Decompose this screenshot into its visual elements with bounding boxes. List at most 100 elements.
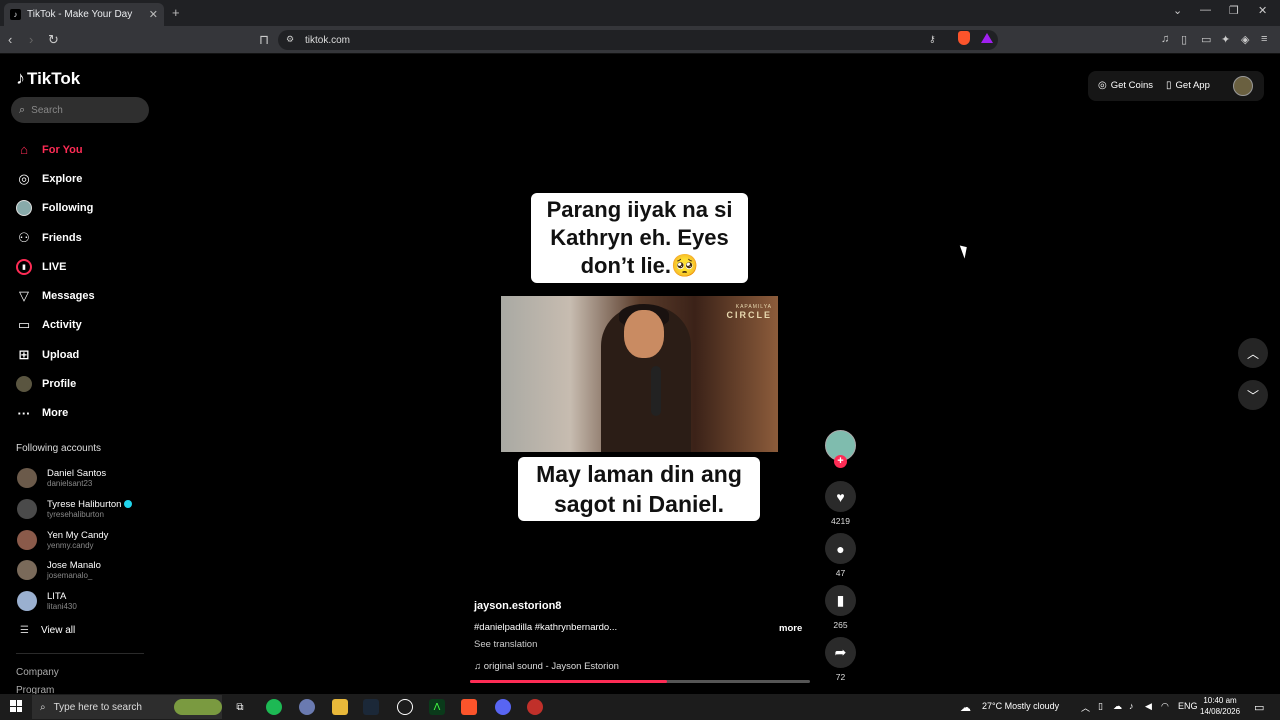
account-name: Daniel Santos (47, 467, 107, 479)
account-item[interactable]: Tyrese Haliburton tyresehaliburton (0, 493, 160, 524)
tray-app-icon[interactable]: ▯ (1098, 701, 1103, 712)
file-explorer-icon[interactable] (332, 699, 348, 715)
onedrive-icon[interactable]: ☁ (1113, 701, 1122, 712)
steam-icon[interactable] (363, 699, 379, 715)
sidebar-item-activity[interactable]: ▭ Activity (0, 311, 160, 340)
sidebar-item-friends[interactable]: ⚇ Friends (0, 223, 160, 252)
account-handle: danielsant23 (47, 478, 93, 488)
sidebar-item-messages[interactable]: ▽ Messages (0, 281, 160, 310)
notification-icon[interactable]: ▭ (1254, 701, 1264, 714)
brand-text: CIRCLE (726, 310, 772, 320)
view-all-link[interactable]: ☰ View all (20, 625, 75, 636)
network-icon[interactable]: ◠ (1161, 701, 1169, 712)
menu-icon[interactable]: ≡ (1261, 33, 1267, 45)
clock[interactable]: 10:40 am 14/08/2026 (1200, 695, 1240, 717)
search-highlight-icon[interactable] (174, 699, 222, 715)
close-window-button[interactable]: ✕ (1258, 4, 1267, 17)
microphone-icon[interactable]: ♪ (1129, 701, 1134, 711)
discord-icon[interactable] (495, 699, 511, 715)
weather-text[interactable]: 27°C Mostly cloudy (982, 701, 1059, 711)
sidebar-item-profile[interactable]: Profile (0, 369, 160, 398)
user-avatar[interactable] (1233, 76, 1253, 96)
comment-icon: ● (836, 540, 845, 557)
tab-search-icon[interactable]: ⌄ (1173, 4, 1182, 17)
address-bar-row: ‹ › ↻ ⊓ tiktok.com ⚙ ⚷ (0, 26, 1280, 54)
see-translation-link[interactable]: See translation (474, 639, 537, 650)
media-icon[interactable]: ♫ (1161, 33, 1169, 45)
reload-icon[interactable]: ↻ (48, 32, 59, 48)
task-view-icon[interactable]: ⧉ (232, 699, 248, 715)
sidebar-item-explore[interactable]: ◎ Explore (0, 164, 160, 193)
sidebar-item-label: Explore (42, 172, 83, 185)
spotify-icon[interactable] (266, 699, 282, 715)
account-name: Jose Manalo (47, 559, 101, 571)
sidebar-item-more[interactable]: ··· More (0, 399, 160, 428)
avatar (17, 498, 37, 519)
sidebar-item-following[interactable]: Following (0, 194, 160, 223)
app-red-icon[interactable] (527, 699, 543, 715)
windows-start-icon[interactable] (10, 700, 22, 712)
get-app-button[interactable]: ▯ Get App (1166, 80, 1210, 91)
account-name: Yen My Candy (47, 529, 109, 541)
volume-icon[interactable]: ◀ (1145, 701, 1152, 712)
footer-link-company[interactable]: Company (16, 667, 59, 678)
tiktok-logo[interactable]: ♪ TikTok (16, 68, 80, 89)
like-count: 4219 (831, 516, 850, 526)
share-button[interactable]: ➦ (825, 637, 856, 668)
new-tab-button[interactable]: + (172, 5, 180, 20)
search-input[interactable]: ⌕ Search (11, 97, 149, 123)
upload-icon: ⊞ (18, 346, 30, 362)
browser-tab[interactable]: ♪ TikTok - Make Your Day ✕ (4, 3, 164, 26)
following-accounts-title: Following accounts (16, 443, 102, 454)
minimize-button[interactable]: — (1200, 4, 1211, 16)
brave-taskbar-icon[interactable] (461, 699, 477, 715)
follow-plus-icon[interactable]: + (834, 455, 847, 468)
chevron-up-icon: ︿ (1246, 346, 1259, 361)
account-item[interactable]: Daniel Santos danielsant23 (0, 462, 160, 493)
account-name: Tyrese Haliburton (47, 498, 122, 510)
wallet-icon[interactable]: ▭ (1201, 33, 1211, 46)
key-icon[interactable]: ⚷ (929, 34, 936, 45)
tiktok-favicon-icon: ♪ (10, 9, 21, 20)
video-progress-bar[interactable] (470, 680, 810, 683)
account-item[interactable]: Jose Manalo josemanalo_ (0, 554, 160, 585)
comment-button[interactable]: ● (825, 533, 856, 564)
tray-chevron-icon[interactable]: ︿ (1081, 701, 1090, 714)
more-button[interactable]: more (779, 623, 802, 634)
tab-close-icon[interactable]: ✕ (149, 8, 158, 21)
brave-rewards-icon[interactable] (981, 33, 993, 43)
sidebar-item-label: Following (42, 202, 94, 215)
leo-ai-icon[interactable]: ✦ (1221, 33, 1230, 46)
restore-button[interactable]: ❐ (1229, 4, 1239, 17)
github-icon[interactable] (397, 699, 413, 715)
brave-shields-icon[interactable] (958, 31, 970, 45)
sidebar-item-label: Messages (42, 290, 95, 303)
next-video-button[interactable]: ﹀ (1238, 380, 1268, 410)
list-icon: ☰ (20, 625, 29, 636)
terminal-icon[interactable]: Λ (429, 699, 445, 715)
bookmark-icon[interactable]: ⊓ (259, 32, 269, 48)
sidebar-icon[interactable]: ▯ (1181, 33, 1187, 46)
save-button[interactable]: ▮ (825, 585, 856, 616)
previous-video-button[interactable]: ︿ (1238, 338, 1268, 368)
forward-icon[interactable]: › (29, 32, 33, 47)
url-field[interactable]: tiktok.com (278, 30, 998, 50)
site-info-icon[interactable]: ⚙ (286, 34, 294, 45)
get-coins-button[interactable]: ◎ Get Coins (1098, 80, 1153, 91)
sidebar-item-upload[interactable]: ⊞ Upload (0, 340, 160, 369)
language-indicator[interactable]: ENG (1178, 701, 1198, 711)
video-frame-image: KAPAMILYA CIRCLE (501, 296, 778, 452)
weather-icon: ☁ (960, 702, 971, 714)
heart-icon: ♥ (836, 488, 845, 505)
back-icon[interactable]: ‹ (8, 32, 12, 47)
vpn-icon[interactable]: ◈ (1241, 33, 1249, 46)
sidebar-item-for-you[interactable]: ⌂ For You (0, 135, 160, 164)
sidebar-item-live[interactable]: ▮ LIVE (0, 252, 160, 281)
sound-link[interactable]: ♫ original sound - Jayson Estorion (474, 661, 619, 672)
video-description: #danielpadilla #kathrynbernardo... (474, 622, 618, 633)
app-icon[interactable] (299, 699, 315, 715)
like-button[interactable]: ♥ (825, 481, 856, 512)
account-item[interactable]: LITA litani430 (0, 585, 160, 616)
account-item[interactable]: Yen My Candy yenmy.candy (0, 524, 160, 555)
video-author[interactable]: jayson.estorion8 (474, 600, 561, 612)
